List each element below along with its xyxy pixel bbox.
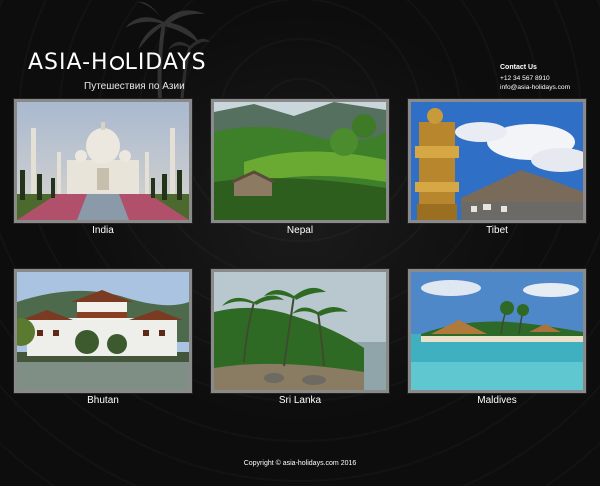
caption-tibet[interactable]: Tibet [408, 225, 586, 236]
caption-sri-lanka[interactable]: Sri Lanka [211, 395, 389, 406]
tile-sri-lanka[interactable] [211, 269, 389, 393]
tile-bhutan[interactable] [14, 269, 192, 393]
logo-subtitle: Путешествия по Азии [84, 81, 185, 92]
logo-title-end: LIDAYS [124, 50, 207, 75]
footer-copyright: Copyright © asia-holidays.com 2016 [243, 460, 357, 467]
contact-email[interactable]: info@asia-holidays.com [500, 83, 570, 92]
globe-icon [109, 55, 124, 70]
tile-maldives[interactable] [408, 269, 586, 393]
contact-phone[interactable]: +12 34 567 8910 [500, 74, 570, 83]
tile-india[interactable] [14, 99, 192, 223]
logo-title-start: ASIA-H [28, 50, 109, 75]
tibet-photo [411, 102, 583, 220]
tile-nepal[interactable] [211, 99, 389, 223]
caption-india[interactable]: India [14, 225, 192, 236]
caption-nepal[interactable]: Nepal [211, 225, 389, 236]
logo-title: ASIA-H LIDAYS [28, 50, 207, 75]
contact-block: Contact Us +12 34 567 8910 info@asia-hol… [500, 63, 570, 92]
site-logo[interactable]: ASIA-H LIDAYS Путешествия по Азии [28, 50, 207, 92]
india-photo [17, 102, 189, 220]
maldives-photo [411, 272, 583, 390]
caption-bhutan[interactable]: Bhutan [14, 395, 192, 406]
caption-maldives[interactable]: Maldives [408, 395, 586, 406]
bhutan-photo [17, 272, 189, 390]
sri-lanka-photo [214, 272, 386, 390]
tile-tibet[interactable] [408, 99, 586, 223]
nepal-photo [214, 102, 386, 220]
contact-title: Contact Us [500, 64, 537, 71]
